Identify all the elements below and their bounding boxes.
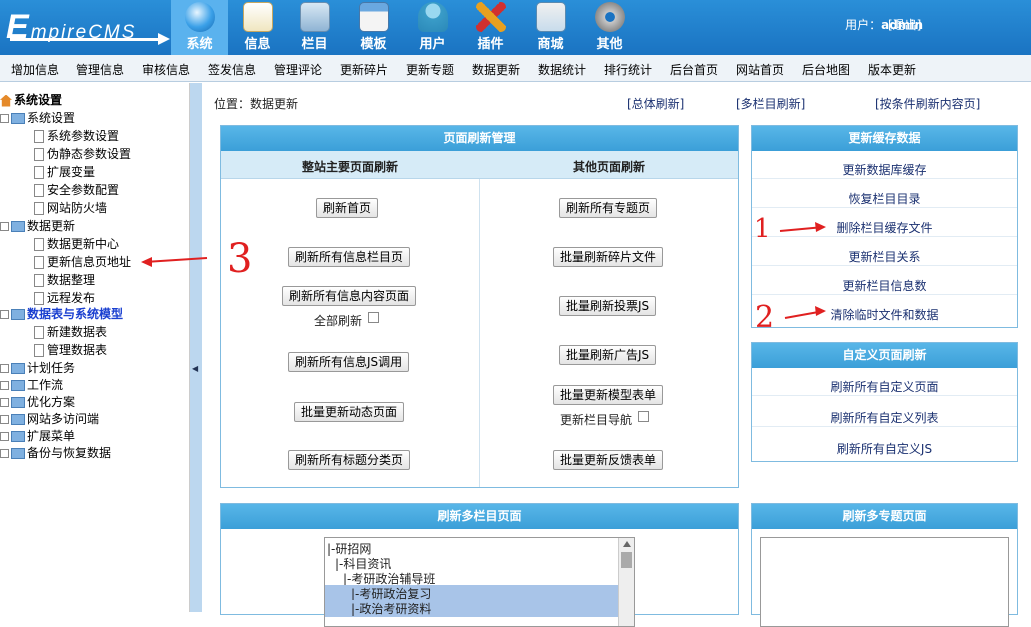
annotation-arrowhead-2-icon <box>815 306 826 316</box>
annotation-number-2: 2 <box>755 300 775 335</box>
annotation-number-1: 1 <box>754 214 771 244</box>
annotation-arrowhead-3-icon <box>141 257 152 267</box>
annotation-arrowhead-1-icon <box>815 222 826 232</box>
annotation-number-3: 3 <box>227 236 253 282</box>
annotation-layer <box>141 222 826 319</box>
annotation-arrow-3-icon <box>144 257 208 263</box>
